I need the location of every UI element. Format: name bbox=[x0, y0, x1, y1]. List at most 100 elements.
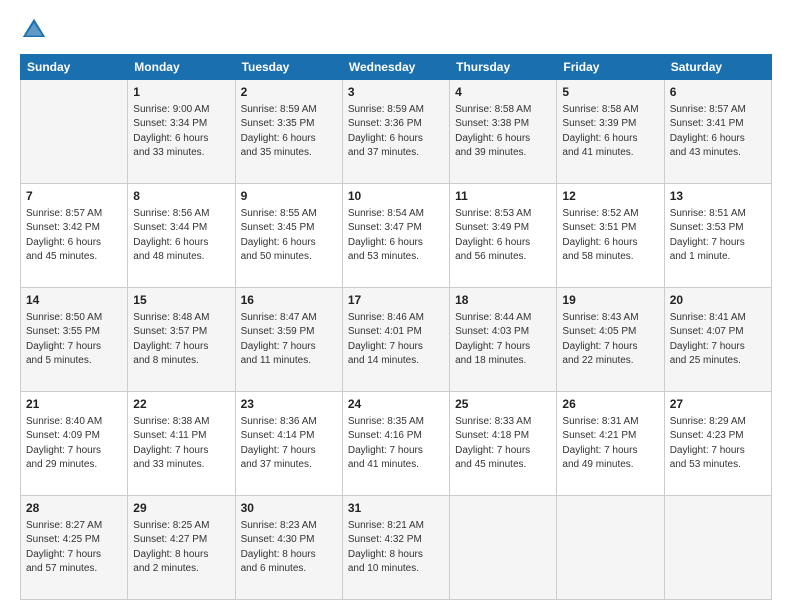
calendar-cell: 18 Sunrise: 8:44 AMSunset: 4:03 PMDayligh… bbox=[450, 288, 557, 392]
day-info: Sunrise: 8:53 AMSunset: 3:49 PMDaylight:… bbox=[455, 208, 531, 263]
calendar-header: SundayMondayTuesdayWednesdayThursdayFrid… bbox=[21, 55, 772, 80]
day-info: Sunrise: 8:52 AMSunset: 3:51 PMDaylight:… bbox=[562, 208, 638, 263]
calendar-cell: 14 Sunrise: 8:50 AMSunset: 3:55 PMDayligh… bbox=[21, 288, 128, 392]
weekday-header-saturday: Saturday bbox=[664, 55, 771, 80]
day-number: 10 bbox=[348, 188, 444, 205]
day-number: 4 bbox=[455, 84, 551, 101]
header bbox=[20, 16, 772, 44]
calendar-cell: 13 Sunrise: 8:51 AMSunset: 3:53 PMDayligh… bbox=[664, 184, 771, 288]
calendar-cell: 31 Sunrise: 8:21 AMSunset: 4:32 PMDayligh… bbox=[342, 496, 449, 600]
day-number: 31 bbox=[348, 500, 444, 517]
calendar-cell: 15 Sunrise: 8:48 AMSunset: 3:57 PMDayligh… bbox=[128, 288, 235, 392]
day-number: 14 bbox=[26, 292, 122, 309]
day-info: Sunrise: 8:56 AMSunset: 3:44 PMDaylight:… bbox=[133, 208, 209, 263]
weekday-header-friday: Friday bbox=[557, 55, 664, 80]
day-info: Sunrise: 8:41 AMSunset: 4:07 PMDaylight:… bbox=[670, 312, 746, 367]
calendar-cell: 1 Sunrise: 9:00 AMSunset: 3:34 PMDaylight… bbox=[128, 80, 235, 184]
day-number: 16 bbox=[241, 292, 337, 309]
calendar-cell: 12 Sunrise: 8:52 AMSunset: 3:51 PMDayligh… bbox=[557, 184, 664, 288]
calendar-cell bbox=[450, 496, 557, 600]
day-number: 2 bbox=[241, 84, 337, 101]
calendar-cell: 29Sunrise: 8:25 AMSunset: 4:27 PMDayligh… bbox=[128, 496, 235, 600]
calendar-cell: 11 Sunrise: 8:53 AMSunset: 3:49 PMDayligh… bbox=[450, 184, 557, 288]
day-info: Sunrise: 8:58 AMSunset: 3:38 PMDaylight:… bbox=[455, 104, 531, 159]
day-number: 12 bbox=[562, 188, 658, 205]
calendar-cell: 28 Sunrise: 8:27 AMSunset: 4:25 PMDayligh… bbox=[21, 496, 128, 600]
calendar-cell: 2 Sunrise: 8:59 AMSunset: 3:35 PMDaylight… bbox=[235, 80, 342, 184]
calendar-cell bbox=[21, 80, 128, 184]
day-number: 18 bbox=[455, 292, 551, 309]
day-info: Sunrise: 8:38 AMSunset: 4:11 PMDaylight:… bbox=[133, 416, 209, 471]
calendar-cell: 17Sunrise: 8:46 AMSunset: 4:01 PMDayligh… bbox=[342, 288, 449, 392]
calendar-cell: 4 Sunrise: 8:58 AMSunset: 3:38 PMDaylight… bbox=[450, 80, 557, 184]
logo-icon bbox=[20, 16, 48, 44]
day-info: Sunrise: 8:31 AMSunset: 4:21 PMDaylight:… bbox=[562, 416, 638, 471]
day-number: 11 bbox=[455, 188, 551, 205]
calendar-cell: 19 Sunrise: 8:43 AMSunset: 4:05 PMDayligh… bbox=[557, 288, 664, 392]
day-number: 1 bbox=[133, 84, 229, 101]
day-number: 23 bbox=[241, 396, 337, 413]
day-info: Sunrise: 8:35 AMSunset: 4:16 PMDaylight:… bbox=[348, 416, 424, 471]
day-number: 15 bbox=[133, 292, 229, 309]
day-info: Sunrise: 8:55 AMSunset: 3:45 PMDaylight:… bbox=[241, 208, 317, 263]
day-info: Sunrise: 8:44 AMSunset: 4:03 PMDaylight:… bbox=[455, 312, 531, 367]
calendar-cell: 26 Sunrise: 8:31 AMSunset: 4:21 PMDayligh… bbox=[557, 392, 664, 496]
calendar-cell: 6 Sunrise: 8:57 AMSunset: 3:41 PMDaylight… bbox=[664, 80, 771, 184]
weekday-header-wednesday: Wednesday bbox=[342, 55, 449, 80]
day-number: 9 bbox=[241, 188, 337, 205]
day-info: Sunrise: 8:57 AMSunset: 3:41 PMDaylight:… bbox=[670, 104, 746, 159]
day-number: 17 bbox=[348, 292, 444, 309]
calendar-week-row: 14 Sunrise: 8:50 AMSunset: 3:55 PMDayligh… bbox=[21, 288, 772, 392]
day-number: 13 bbox=[670, 188, 766, 205]
weekday-header-sunday: Sunday bbox=[21, 55, 128, 80]
day-number: 26 bbox=[562, 396, 658, 413]
calendar-table: SundayMondayTuesdayWednesdayThursdayFrid… bbox=[20, 54, 772, 600]
calendar-body: 1 Sunrise: 9:00 AMSunset: 3:34 PMDaylight… bbox=[21, 80, 772, 600]
day-info: Sunrise: 8:23 AMSunset: 4:30 PMDaylight:… bbox=[241, 520, 317, 575]
day-info: Sunrise: 8:48 AMSunset: 3:57 PMDaylight:… bbox=[133, 312, 209, 367]
day-info: Sunrise: 8:27 AMSunset: 4:25 PMDaylight:… bbox=[26, 520, 102, 575]
calendar-cell bbox=[557, 496, 664, 600]
day-info: Sunrise: 8:47 AMSunset: 3:59 PMDaylight:… bbox=[241, 312, 317, 367]
day-number: 22 bbox=[133, 396, 229, 413]
day-number: 29 bbox=[133, 500, 229, 517]
calendar-cell: 9 Sunrise: 8:55 AMSunset: 3:45 PMDaylight… bbox=[235, 184, 342, 288]
day-info: Sunrise: 8:51 AMSunset: 3:53 PMDaylight:… bbox=[670, 208, 746, 263]
calendar-cell: 25Sunrise: 8:33 AMSunset: 4:18 PMDayligh… bbox=[450, 392, 557, 496]
calendar-cell: 23 Sunrise: 8:36 AMSunset: 4:14 PMDayligh… bbox=[235, 392, 342, 496]
day-number: 24 bbox=[348, 396, 444, 413]
day-number: 28 bbox=[26, 500, 122, 517]
weekday-header-thursday: Thursday bbox=[450, 55, 557, 80]
day-info: Sunrise: 8:59 AMSunset: 3:35 PMDaylight:… bbox=[241, 104, 317, 159]
page: SundayMondayTuesdayWednesdayThursdayFrid… bbox=[0, 0, 792, 612]
calendar-cell: 21Sunrise: 8:40 AMSunset: 4:09 PMDayligh… bbox=[21, 392, 128, 496]
day-number: 27 bbox=[670, 396, 766, 413]
calendar-cell: 22 Sunrise: 8:38 AMSunset: 4:11 PMDayligh… bbox=[128, 392, 235, 496]
day-info: Sunrise: 8:21 AMSunset: 4:32 PMDaylight:… bbox=[348, 520, 424, 575]
calendar-week-row: 21Sunrise: 8:40 AMSunset: 4:09 PMDayligh… bbox=[21, 392, 772, 496]
weekday-header-tuesday: Tuesday bbox=[235, 55, 342, 80]
day-number: 6 bbox=[670, 84, 766, 101]
day-number: 3 bbox=[348, 84, 444, 101]
weekday-header-row: SundayMondayTuesdayWednesdayThursdayFrid… bbox=[21, 55, 772, 80]
calendar-cell bbox=[664, 496, 771, 600]
calendar-cell: 27 Sunrise: 8:29 AMSunset: 4:23 PMDayligh… bbox=[664, 392, 771, 496]
calendar-cell: 16 Sunrise: 8:47 AMSunset: 3:59 PMDayligh… bbox=[235, 288, 342, 392]
day-info: Sunrise: 8:36 AMSunset: 4:14 PMDaylight:… bbox=[241, 416, 317, 471]
calendar-cell: 10 Sunrise: 8:54 AMSunset: 3:47 PMDayligh… bbox=[342, 184, 449, 288]
day-number: 7 bbox=[26, 188, 122, 205]
calendar-cell: 3Sunrise: 8:59 AMSunset: 3:36 PMDaylight… bbox=[342, 80, 449, 184]
calendar-cell: 20 Sunrise: 8:41 AMSunset: 4:07 PMDayligh… bbox=[664, 288, 771, 392]
calendar-cell: 8Sunrise: 8:56 AMSunset: 3:44 PMDaylight… bbox=[128, 184, 235, 288]
day-info: Sunrise: 8:29 AMSunset: 4:23 PMDaylight:… bbox=[670, 416, 746, 471]
day-info: Sunrise: 8:43 AMSunset: 4:05 PMDaylight:… bbox=[562, 312, 638, 367]
day-number: 20 bbox=[670, 292, 766, 309]
day-info: Sunrise: 8:54 AMSunset: 3:47 PMDaylight:… bbox=[348, 208, 424, 263]
day-info: Sunrise: 8:50 AMSunset: 3:55 PMDaylight:… bbox=[26, 312, 102, 367]
day-number: 25 bbox=[455, 396, 551, 413]
calendar-week-row: 7Sunrise: 8:57 AMSunset: 3:42 PMDaylight… bbox=[21, 184, 772, 288]
weekday-header-monday: Monday bbox=[128, 55, 235, 80]
day-info: Sunrise: 9:00 AMSunset: 3:34 PMDaylight:… bbox=[133, 104, 209, 159]
day-number: 19 bbox=[562, 292, 658, 309]
calendar-cell: 24 Sunrise: 8:35 AMSunset: 4:16 PMDayligh… bbox=[342, 392, 449, 496]
